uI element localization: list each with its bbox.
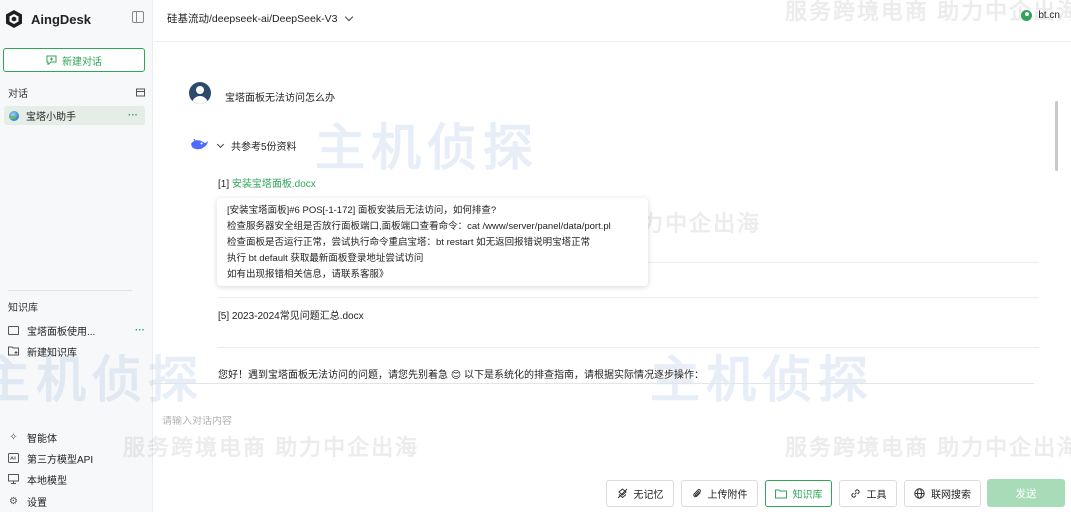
web-search-label: 联网搜索 [931, 490, 971, 501]
no-memory-button[interactable]: 无记忆 [606, 480, 674, 507]
references-toggle[interactable]: 共参考5份资料 [216, 138, 297, 153]
sidebar-chat-item[interactable]: 宝塔小助手 ··· [4, 106, 145, 125]
tooltip-line: 如有出现报错相关信息，请联系客服》 [227, 269, 389, 280]
app-logo-row: AingDesk [4, 8, 152, 30]
sidebar: AingDesk 新建对话 对话 宝塔小助手 ··· 知识库 宝塔面板使用...… [0, 0, 153, 512]
kb-section-label: 知识库 [8, 303, 38, 314]
app-logo-icon [6, 10, 22, 28]
reference-index: [1] [218, 179, 232, 190]
nav-local-label: 本地模型 [27, 475, 67, 487]
memory-off-icon [617, 488, 628, 499]
chats-section-header: 对话 [8, 85, 145, 100]
knowledge-base-button[interactable]: 知识库 [765, 480, 832, 507]
chat-scrollbar[interactable] [1055, 101, 1058, 171]
folder-add-icon [8, 346, 19, 356]
user-name: bt.cn [1038, 10, 1060, 21]
new-kb-button[interactable]: 新建知识库 [8, 343, 145, 359]
send-button[interactable]: 发送 [987, 479, 1065, 507]
sidebar-collapse-icon[interactable] [132, 11, 144, 23]
globe-icon [9, 110, 19, 121]
model-selector[interactable]: 硅基流动/deepseek-ai/DeepSeek-V3 [167, 11, 354, 26]
tooltip-line: 执行 bt default 获取最新面板登录地址尝试访问 [227, 253, 424, 264]
nav-third-party-api[interactable]: 第三方模型API [8, 450, 93, 466]
nav-local-models[interactable]: 本地模型 [8, 471, 67, 487]
agent-icon: ✧ [9, 431, 18, 443]
chevron-down-icon [345, 12, 354, 22]
kb-item-more-button[interactable]: ··· [135, 325, 145, 336]
new-kb-label: 新建知识库 [27, 347, 77, 359]
user-badge[interactable]: bt.cn [1021, 10, 1060, 21]
tooltip-line: 检查面板是否运行正常，尝试执行命令重启宝塔：bt restart 如无返回报错说… [227, 237, 591, 248]
chat-list-toggle-icon[interactable] [136, 88, 145, 97]
api-icon [8, 453, 19, 464]
bot-whale-icon [191, 138, 208, 150]
folder-icon [8, 325, 19, 335]
link-icon [850, 488, 861, 499]
user-avatar [189, 82, 211, 104]
reference-separator [218, 297, 1039, 298]
reference-preview-tooltip: [安装宝塔面板]#6 POS[-1-172] 面板安装后无法访问，如何排查? 检… [217, 198, 648, 286]
nav-agents[interactable]: ✧ 智能体 [8, 429, 57, 445]
model-name: 硅基流动/deepseek-ai/DeepSeek-V3 [167, 13, 338, 25]
references-toggle-label: 共参考5份资料 [231, 142, 297, 153]
watermark-brand: 主机侦探 [315, 120, 539, 176]
assistant-answer: 您好！遇到宝塔面板无法访问的问题，请您先别着急 😊 以下是系统化的排查指南，请根… [218, 370, 704, 381]
chat-item-label: 宝塔小助手 [26, 112, 76, 123]
kb-item-label: 宝塔面板使用... [27, 326, 96, 338]
upload-label: 上传附件 [707, 490, 748, 501]
nav-agents-label: 智能体 [27, 433, 57, 445]
nav-settings-label: 设置 [27, 497, 47, 509]
reference-item-5[interactable]: [5] 2023-2024常见问题汇总.docx [218, 307, 364, 322]
new-chat-icon [46, 55, 57, 65]
user-icon [1021, 10, 1033, 21]
chats-section-label: 对话 [8, 89, 28, 100]
gear-icon: ⚙ [9, 495, 18, 507]
tooltip-line: 检查服务器安全组是否放行面板端口,面板端口查看命令：cat /www/serve… [227, 221, 611, 232]
input-divider [154, 383, 1034, 384]
tools-button[interactable]: 工具 [839, 480, 897, 507]
nav-settings[interactable]: ⚙ 设置 [8, 493, 47, 509]
header-divider [154, 41, 1071, 42]
reference-link[interactable]: 安装宝塔面板.docx [232, 179, 316, 190]
watermark-slogan: 服务跨境电商 助力中企出海 [785, 435, 1071, 460]
web-search-button[interactable]: 联网搜索 [904, 480, 981, 507]
monitor-icon [8, 474, 19, 485]
tooltip-line: [安装宝塔面板]#6 POS[-1-172] 面板安装后无法访问，如何排查? [227, 205, 497, 216]
chevron-down-icon [216, 140, 225, 148]
chat-input[interactable] [162, 416, 1042, 427]
nav-api-label: 第三方模型API [27, 454, 94, 466]
tools-label: 工具 [866, 490, 887, 501]
sidebar-divider [8, 290, 132, 291]
app-name: AingDesk [31, 11, 91, 27]
knowledge-base-label: 知识库 [792, 490, 823, 501]
kb-item-baota[interactable]: 宝塔面板使用... ··· [8, 322, 145, 338]
reference-item-1: [1] 安装宝塔面板.docx [218, 175, 316, 190]
chat-item-more-button[interactable]: ··· [128, 110, 138, 121]
no-memory-label: 无记忆 [633, 490, 664, 501]
globe-icon [914, 488, 925, 499]
watermark-slogan: 服务跨境电商 助力中企出海 [123, 435, 420, 460]
kb-section-header: 知识库 [8, 299, 145, 314]
upload-attachment-button[interactable]: 上传附件 [681, 480, 758, 507]
folder-icon [774, 489, 787, 499]
new-chat-label: 新建对话 [62, 56, 102, 68]
new-chat-button[interactable]: 新建对话 [3, 48, 145, 72]
reference-separator [218, 347, 1039, 348]
user-message: 宝塔面板无法访问怎么办 [225, 93, 335, 104]
paperclip-icon [692, 488, 702, 499]
